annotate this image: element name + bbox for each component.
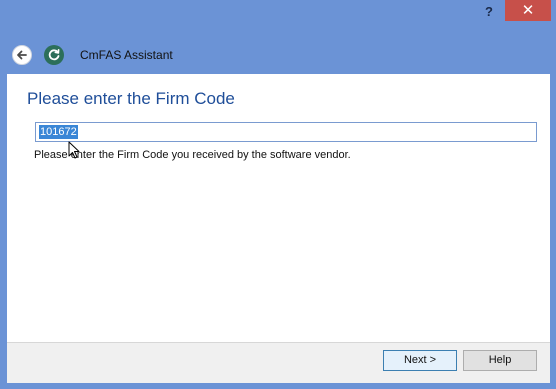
firm-code-hint: Please enter the Firm Code you received … [34,149,351,161]
assistant-window: ? ✕ CmFAS Assistant Please enter the Fir… [0,0,556,389]
close-button[interactable]: ✕ [505,0,551,21]
firm-code-value: 101672 [39,125,78,139]
firm-code-input[interactable]: 101672 [35,122,537,142]
refresh-cycle-icon [48,49,60,61]
help-title-button[interactable]: ? [476,2,502,22]
back-arrow-icon [17,50,27,60]
help-button[interactable]: Help [463,350,537,371]
mouse-cursor-icon [68,141,80,159]
content-panel [7,74,550,342]
close-icon: ✕ [521,2,535,19]
app-title: CmFAS Assistant [80,48,173,62]
next-button[interactable]: Next > [383,350,457,371]
title-bar: ? ✕ [0,0,556,28]
back-button[interactable] [12,45,32,65]
page-heading: Please enter the Firm Code [27,89,235,108]
app-icon [44,45,64,65]
